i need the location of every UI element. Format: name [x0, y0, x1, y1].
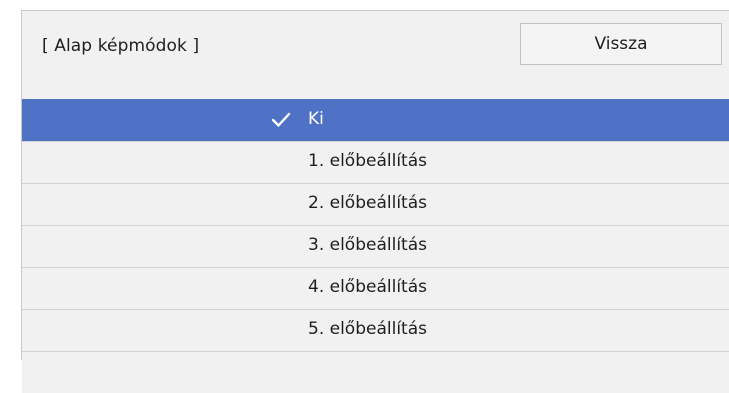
list-item-ki[interactable]: Ki: [22, 99, 729, 141]
list-item-preset-4[interactable]: 4. előbeállítás: [22, 267, 729, 309]
list-item-preset-3[interactable]: 3. előbeállítás: [22, 225, 729, 267]
option-list: Ki 1. előbeállítás 2. előbeállítás 3. el…: [22, 99, 729, 393]
back-button[interactable]: Vissza: [520, 23, 722, 65]
list-item-preset-1[interactable]: 1. előbeállítás: [22, 141, 729, 183]
list-item-preset-5[interactable]: 5. előbeállítás: [22, 309, 729, 351]
list-item-label: 5. előbeállítás: [308, 319, 427, 339]
list-item-label: 3. előbeállítás: [308, 235, 427, 255]
list-item-label: 1. előbeállítás: [308, 151, 427, 171]
check-icon: [271, 112, 291, 127]
menu-panel: [ Alap képmódok ] Vissza Ki 1. előbeállí…: [21, 10, 729, 393]
menu-header: [ Alap képmódok ] Vissza: [22, 11, 729, 99]
list-item-label: 2. előbeállítás: [308, 193, 427, 213]
list-item-label: 4. előbeállítás: [308, 277, 427, 297]
page-title: [ Alap képmódok ]: [42, 36, 200, 56]
list-item-label: Ki: [308, 109, 324, 129]
list-item-empty: [22, 351, 729, 393]
list-item-preset-2[interactable]: 2. előbeállítás: [22, 183, 729, 225]
